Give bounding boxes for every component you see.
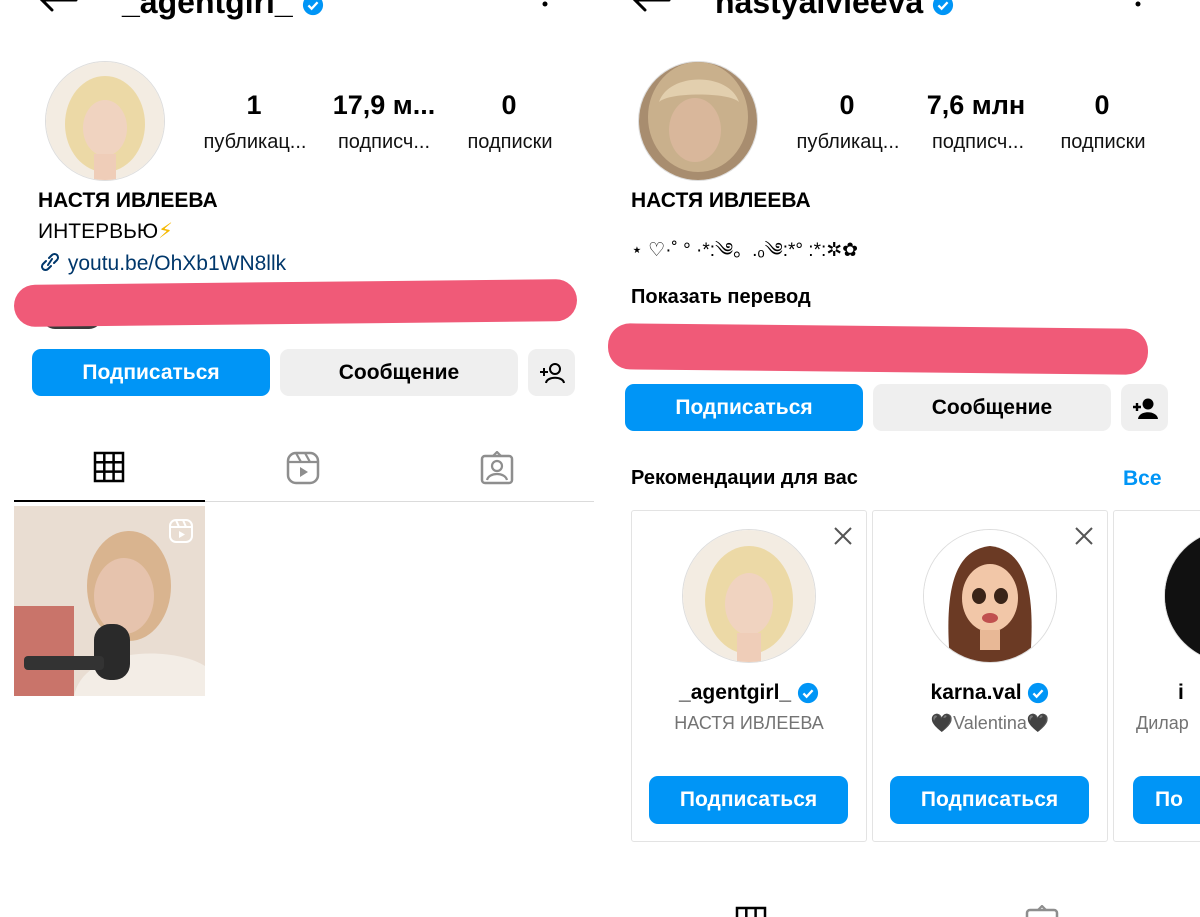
profile-name: НАСТЯ ИВЛЕЕВА: [631, 189, 811, 212]
posts-label: публикац...: [203, 131, 307, 153]
link-icon: [40, 252, 60, 272]
recommendation-card[interactable]: karna.val 🖤Valentina🖤 Подписаться: [872, 510, 1108, 842]
suggested-username[interactable]: _agentgirl_: [632, 681, 866, 705]
recommendations-title: Рекомендации для вас: [631, 467, 858, 489]
show-translation-link[interactable]: Показать перевод: [631, 286, 811, 309]
active-tab-indicator: [14, 500, 205, 502]
followers-label: подписч...: [337, 131, 431, 153]
profile-username-header: _agentgirl_: [122, 0, 324, 21]
follow-button[interactable]: Подписаться: [32, 349, 270, 396]
add-person-icon: [539, 362, 565, 383]
username-text: nastyaivleeva: [715, 0, 924, 20]
avatar-photo: [1165, 530, 1200, 662]
suggested-user-avatar[interactable]: [923, 529, 1057, 663]
left-profile-screen: _agentgirl_ 1 публикац... 17,9 м... подп…: [0, 0, 594, 917]
suggested-display-name: НАСТЯ ИВЛЕЕВА: [674, 713, 824, 733]
followers-label: подписч...: [931, 131, 1025, 153]
tagged-tab-icon[interactable]: [1025, 905, 1059, 917]
redaction-scribble: [607, 323, 1149, 375]
message-button[interactable]: Сообщение: [280, 349, 518, 396]
more-options-icon[interactable]: [1133, 0, 1143, 10]
profile-link[interactable]: youtu.be/OhXb1WN8llk: [38, 251, 286, 276]
back-arrow-icon[interactable]: [38, 0, 78, 12]
lightning-emoji: ⚡: [158, 220, 173, 243]
dismiss-icon[interactable]: [832, 525, 854, 547]
verified-badge-icon: [932, 0, 954, 15]
grid-tab-icon[interactable]: [93, 451, 125, 483]
profile-avatar[interactable]: [638, 61, 758, 181]
avatar-illustration: [924, 530, 1056, 662]
suggested-username-text: _agentgirl_: [679, 681, 792, 704]
post-thumbnail[interactable]: [14, 506, 205, 696]
posts-count[interactable]: 0: [807, 90, 887, 121]
back-arrow-icon[interactable]: [631, 0, 671, 12]
following-count[interactable]: 0: [470, 90, 548, 121]
reels-tab-icon[interactable]: [286, 451, 320, 485]
verified-badge-icon: [797, 683, 819, 704]
reel-badge-icon: [169, 519, 193, 543]
posts-count[interactable]: 1: [214, 90, 294, 121]
suggested-user-avatar[interactable]: [682, 529, 816, 663]
link-text: youtu.be/OhXb1WN8llk: [67, 252, 287, 275]
verified-badge-icon: [302, 0, 323, 15]
more-options-icon[interactable]: [540, 0, 550, 10]
follow-suggested-button[interactable]: По: [1133, 776, 1200, 824]
followers-count[interactable]: 17,9 м...: [320, 90, 448, 121]
recommendation-card[interactable]: i Дилар По: [1113, 510, 1200, 842]
following-count[interactable]: 0: [1063, 90, 1141, 121]
verified-badge-icon: [1028, 683, 1049, 704]
see-all-link[interactable]: Все: [1123, 467, 1162, 491]
redaction-scribble: [13, 279, 578, 327]
suggest-people-button[interactable]: [528, 349, 575, 396]
profile-username-header: nastyaivleeva: [715, 0, 954, 21]
followers-count[interactable]: 7,6 млн: [912, 90, 1040, 121]
following-label: подписки: [1060, 131, 1146, 153]
profile-avatar[interactable]: [45, 61, 165, 181]
bio-text: ИНТЕРВЬЮ: [38, 220, 159, 243]
dismiss-icon[interactable]: [1073, 525, 1095, 547]
avatar-photo: [683, 530, 815, 662]
follow-suggested-button[interactable]: Подписаться: [890, 776, 1089, 824]
username-text: _agentgirl_: [122, 0, 293, 20]
right-profile-screen: nastyaivleeva 0 публикац... 7,6 млн подп…: [594, 0, 1200, 917]
avatar-photo: [46, 62, 164, 180]
avatar-photo: [639, 62, 757, 180]
suggested-username-text: karna.val: [930, 681, 1022, 704]
follow-button[interactable]: Подписаться: [625, 384, 863, 431]
recommendation-card[interactable]: _agentgirl_ НАСТЯ ИВЛЕЕВА Подписаться: [631, 510, 867, 842]
suggested-display-name: 🖤Valentina🖤: [930, 713, 1050, 733]
suggested-username[interactable]: karna.val: [873, 681, 1107, 705]
follow-suggested-button[interactable]: Подписаться: [649, 776, 848, 824]
tabs-divider: [205, 501, 594, 502]
suggested-user-avatar[interactable]: [1164, 529, 1200, 663]
profile-bio: ⋆ ♡·˚ ° ·*:༄。.ₒ༄:*° :*:✲✿: [631, 240, 859, 261]
suggest-people-button[interactable]: [1121, 384, 1168, 431]
suggested-display-name: Дилар: [1136, 713, 1189, 733]
grid-tab-icon[interactable]: [735, 906, 767, 917]
profile-name: НАСТЯ ИВЛЕЕВА: [38, 189, 218, 212]
suggested-username[interactable]: i: [1178, 681, 1200, 705]
profile-bio: ИНТЕРВЬЮ⚡: [38, 219, 173, 244]
add-person-filled-icon: [1132, 398, 1158, 419]
tagged-tab-icon[interactable]: [480, 451, 514, 485]
following-label: подписки: [467, 131, 553, 153]
posts-label: публикац...: [796, 131, 900, 153]
message-button[interactable]: Сообщение: [873, 384, 1111, 431]
